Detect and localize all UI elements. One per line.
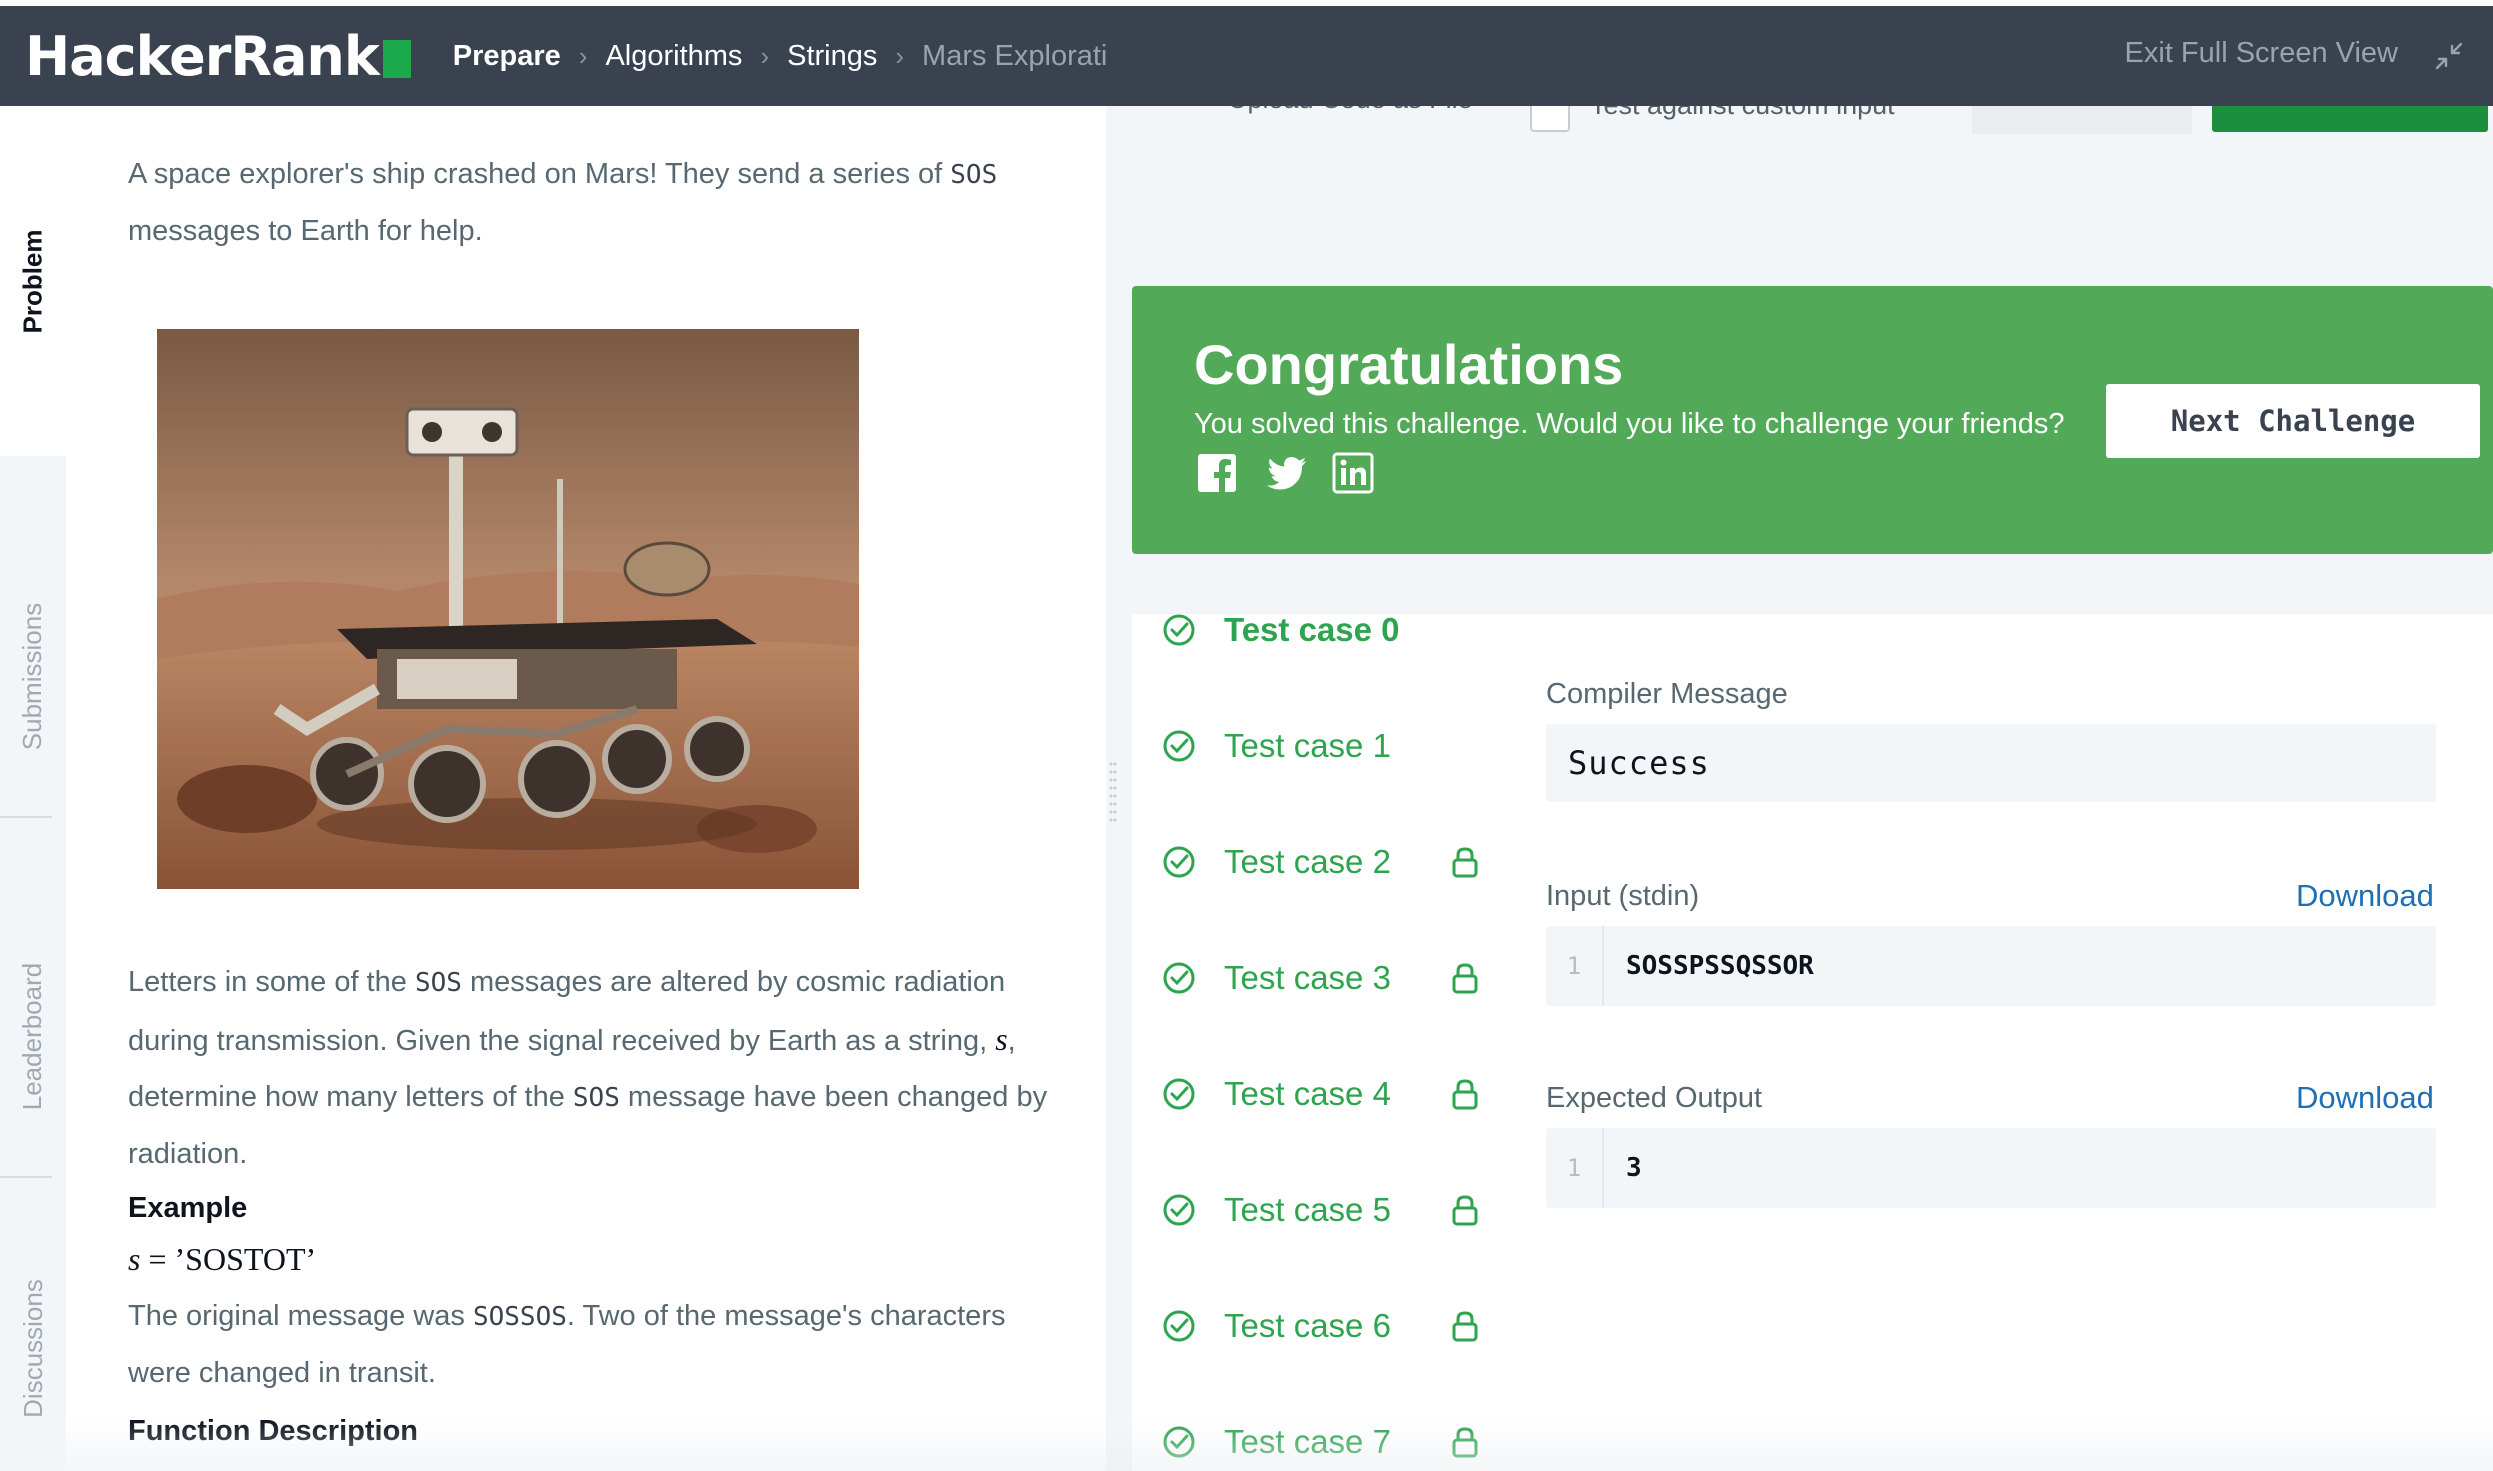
test-case-tab[interactable]: Test case 7 — [1162, 1412, 1492, 1471]
expected-value: 3 — [1626, 1153, 1642, 1183]
tab-discussions-label: Discussions — [17, 1279, 48, 1418]
resize-handle[interactable] — [1108, 760, 1118, 824]
check-circle-icon — [1163, 614, 1195, 646]
test-case-label: Test case 4 — [1224, 1075, 1391, 1112]
test-case-label: Test case 1 — [1224, 727, 1391, 764]
inline-code: SOS — [950, 160, 998, 190]
example-equation: s = ’SOSTOT’ — [128, 1241, 317, 1277]
breadcrumb-prepare[interactable]: Prepare — [453, 40, 561, 73]
test-case-tab[interactable]: Test case 4 — [1162, 1064, 1492, 1124]
congratulations-subtitle: You solved this challenge. Would you lik… — [1194, 408, 2065, 440]
congratulations-banner: Congratulations You solved this challeng… — [1132, 286, 2493, 554]
problem-statement: A space explorer's ship crashed on Mars!… — [66, 106, 1106, 1471]
side-tab-bar: Problem Submissions Leaderboard Discussi… — [0, 106, 66, 1471]
compiler-message-box: Success — [1546, 724, 2436, 802]
lock-icon — [1452, 1427, 1478, 1458]
linkedin-icon[interactable] — [1332, 452, 1374, 494]
tab-submissions-label: Submissions — [17, 602, 48, 750]
test-case-tab[interactable]: Test case 6 — [1162, 1296, 1492, 1356]
test-case-label: Test case 5 — [1224, 1191, 1391, 1228]
check-circle-icon — [1163, 1426, 1195, 1458]
test-case-label: Test case 6 — [1224, 1307, 1391, 1344]
tab-submissions[interactable]: Submissions — [0, 506, 66, 846]
test-case-label: Test case 7 — [1224, 1423, 1391, 1460]
mars-rover-image — [157, 329, 859, 889]
test-case-tab[interactable]: Test case 5 — [1162, 1180, 1492, 1240]
check-circle-icon — [1163, 1194, 1195, 1226]
line-number: 1 — [1546, 1128, 1604, 1208]
test-case-tab[interactable]: Test case 2 — [1162, 832, 1492, 892]
congratulations-title: Congratulations — [1194, 333, 1624, 396]
lock-icon — [1452, 1311, 1478, 1342]
test-case-tab[interactable]: Test case 0 — [1162, 600, 1400, 660]
chevron-right-icon: › — [895, 40, 905, 71]
input-label: Input (stdin) — [1546, 880, 1700, 912]
line-number: 1 — [1546, 926, 1604, 1006]
check-circle-icon — [1163, 962, 1195, 994]
hackerrank-logo[interactable]: HackerRank — [25, 25, 411, 88]
download-input-link[interactable]: Download — [2296, 878, 2434, 914]
test-case-label: Test case 0 — [1224, 611, 1400, 648]
lock-icon — [1452, 1079, 1478, 1110]
test-case-label: Test case 2 — [1224, 843, 1391, 880]
tab-discussions[interactable]: Discussions — [0, 1226, 66, 1471]
description-paragraph: Letters in some of the SOS messages are … — [128, 966, 1048, 1170]
twitter-icon[interactable] — [1266, 452, 1308, 494]
test-case-label: Test case 3 — [1224, 959, 1391, 996]
compiler-message-label: Compiler Message — [1546, 678, 1788, 710]
exit-full-screen-link[interactable]: Exit Full Screen View — [2125, 37, 2398, 70]
inline-code: SOS — [414, 968, 462, 998]
tab-divider — [0, 1176, 52, 1178]
logo-text: HackerRank — [25, 24, 380, 88]
expected-output-box: 1 3 — [1546, 1128, 2436, 1208]
input-box: 1 SOSSPSSQSSOR — [1546, 926, 2436, 1006]
test-case-tab[interactable]: Test case 3 — [1162, 948, 1492, 1008]
logo-green-block — [382, 40, 411, 78]
intro-paragraph: A space explorer's ship crashed on Mars!… — [128, 158, 998, 247]
input-value: SOSSPSSQSSOR — [1626, 951, 1814, 981]
inline-code: SOS — [572, 1083, 620, 1113]
facebook-icon[interactable] — [1196, 452, 1238, 494]
download-expected-link[interactable]: Download — [2296, 1080, 2434, 1116]
example-heading: Example — [128, 1192, 248, 1224]
check-circle-icon — [1163, 730, 1195, 762]
tab-leaderboard-label: Leaderboard — [17, 962, 48, 1110]
example-explanation: The original message was SOSSOS. Two of … — [128, 1300, 1006, 1389]
breadcrumb-algorithms[interactable]: Algorithms — [605, 40, 742, 73]
check-circle-icon — [1163, 846, 1195, 878]
lock-icon — [1452, 1195, 1478, 1226]
lock-icon — [1452, 847, 1478, 878]
lock-icon — [1452, 963, 1478, 994]
breadcrumb-strings[interactable]: Strings — [787, 40, 877, 73]
tab-problem-label: Problem — [17, 228, 48, 334]
compiler-message-value: Success — [1568, 744, 1710, 782]
test-case-tab[interactable]: Test case 1 — [1162, 716, 1391, 776]
chevron-right-icon: › — [760, 40, 770, 71]
test-results-panel: Test case 0 Test case 1 Test case 2 Test… — [1132, 611, 2493, 1471]
inline-code: SOSSOS — [472, 1302, 567, 1332]
check-circle-icon — [1163, 1310, 1195, 1342]
tab-leaderboard[interactable]: Leaderboard — [0, 866, 66, 1206]
next-challenge-button[interactable]: Next Challenge — [2106, 384, 2480, 458]
math-variable: s — [995, 1021, 1008, 1057]
function-description-heading: Function Description — [128, 1415, 418, 1447]
compress-icon[interactable] — [2433, 40, 2465, 72]
check-circle-icon — [1163, 1078, 1195, 1110]
tab-divider — [0, 816, 52, 818]
tab-problem[interactable]: Problem — [0, 106, 66, 456]
breadcrumb: Prepare › Algorithms › Strings › Mars Ex… — [453, 40, 1140, 73]
chevron-right-icon: › — [578, 40, 588, 71]
expected-output-label: Expected Output — [1546, 1082, 1763, 1114]
